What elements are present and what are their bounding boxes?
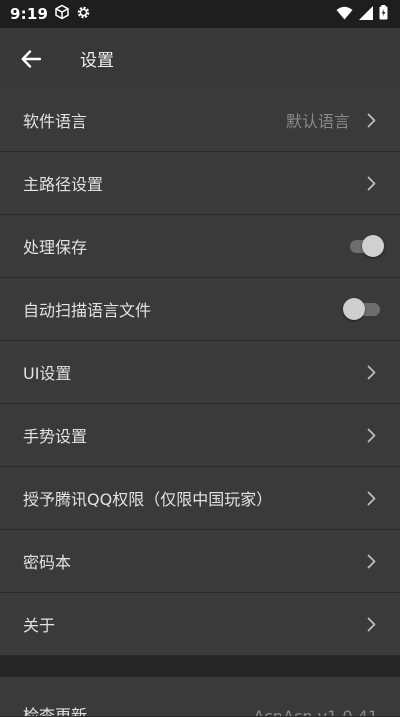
wifi-icon: [336, 5, 353, 24]
settings-item-label: UI设置: [23, 364, 72, 383]
settings-item-password-book[interactable]: 密码本: [0, 530, 400, 593]
settings-item-label: 手势设置: [23, 427, 88, 446]
app-bar: 设置: [0, 28, 400, 89]
chevron-right-icon: [364, 112, 378, 128]
settings-item-main-path[interactable]: 主路径设置: [0, 152, 400, 215]
settings-item-handle-save[interactable]: 处理保存: [0, 215, 400, 278]
toggle-thumb: [343, 298, 365, 320]
auto-scan-toggle[interactable]: [343, 298, 382, 320]
toggle-thumb: [362, 235, 384, 257]
gear-icon: [76, 5, 91, 24]
settings-item-ui[interactable]: UI设置: [0, 341, 400, 404]
settings-item-about[interactable]: 关于: [0, 593, 400, 656]
settings-item-label: 检查更新: [23, 706, 88, 717]
settings-item-language[interactable]: 软件语言 默认语言: [0, 89, 400, 152]
back-button[interactable]: [0, 28, 62, 89]
chevron-right-icon: [364, 616, 378, 632]
signal-icon: [359, 5, 373, 24]
settings-item-label: 处理保存: [23, 238, 88, 257]
chevron-right-icon: [364, 175, 378, 191]
settings-item-label: 软件语言: [23, 112, 88, 131]
settings-item-auto-scan[interactable]: 自动扫描语言文件: [0, 278, 400, 341]
chevron-right-icon: [364, 553, 378, 569]
settings-list: 软件语言 默认语言 主路径设置 处理保存 自动扫描语言文件 UI设置 手势设置 …: [0, 89, 400, 717]
status-time: 9:19: [10, 5, 49, 23]
settings-item-label: 主路径设置: [23, 175, 104, 194]
settings-item-label: 密码本: [23, 553, 72, 572]
battery-icon: [379, 4, 388, 24]
status-bar: 9:19: [0, 0, 400, 28]
app-version: AcnAcn v1.0.41: [253, 707, 378, 717]
settings-item-label: 授予腾讯QQ权限（仅限中国玩家）: [23, 490, 273, 509]
arrow-left-icon: [21, 49, 41, 68]
settings-item-label: 关于: [23, 616, 56, 635]
chevron-right-icon: [364, 427, 378, 443]
settings-item-label: 自动扫描语言文件: [23, 301, 152, 320]
handle-save-toggle[interactable]: [346, 235, 384, 257]
status-right: [336, 4, 388, 24]
cube-icon: [54, 4, 70, 24]
settings-item-gesture[interactable]: 手势设置: [0, 404, 400, 467]
page-title: 设置: [80, 51, 114, 71]
status-left: 9:19: [10, 4, 91, 24]
settings-item-check-update[interactable]: 检查更新 AcnAcn v1.0.41: [0, 677, 400, 717]
chevron-right-icon: [364, 490, 378, 506]
section-divider: [0, 656, 400, 677]
chevron-right-icon: [364, 364, 378, 380]
settings-item-qq-permission[interactable]: 授予腾讯QQ权限（仅限中国玩家）: [0, 467, 400, 530]
settings-item-value: 默认语言: [285, 112, 350, 131]
